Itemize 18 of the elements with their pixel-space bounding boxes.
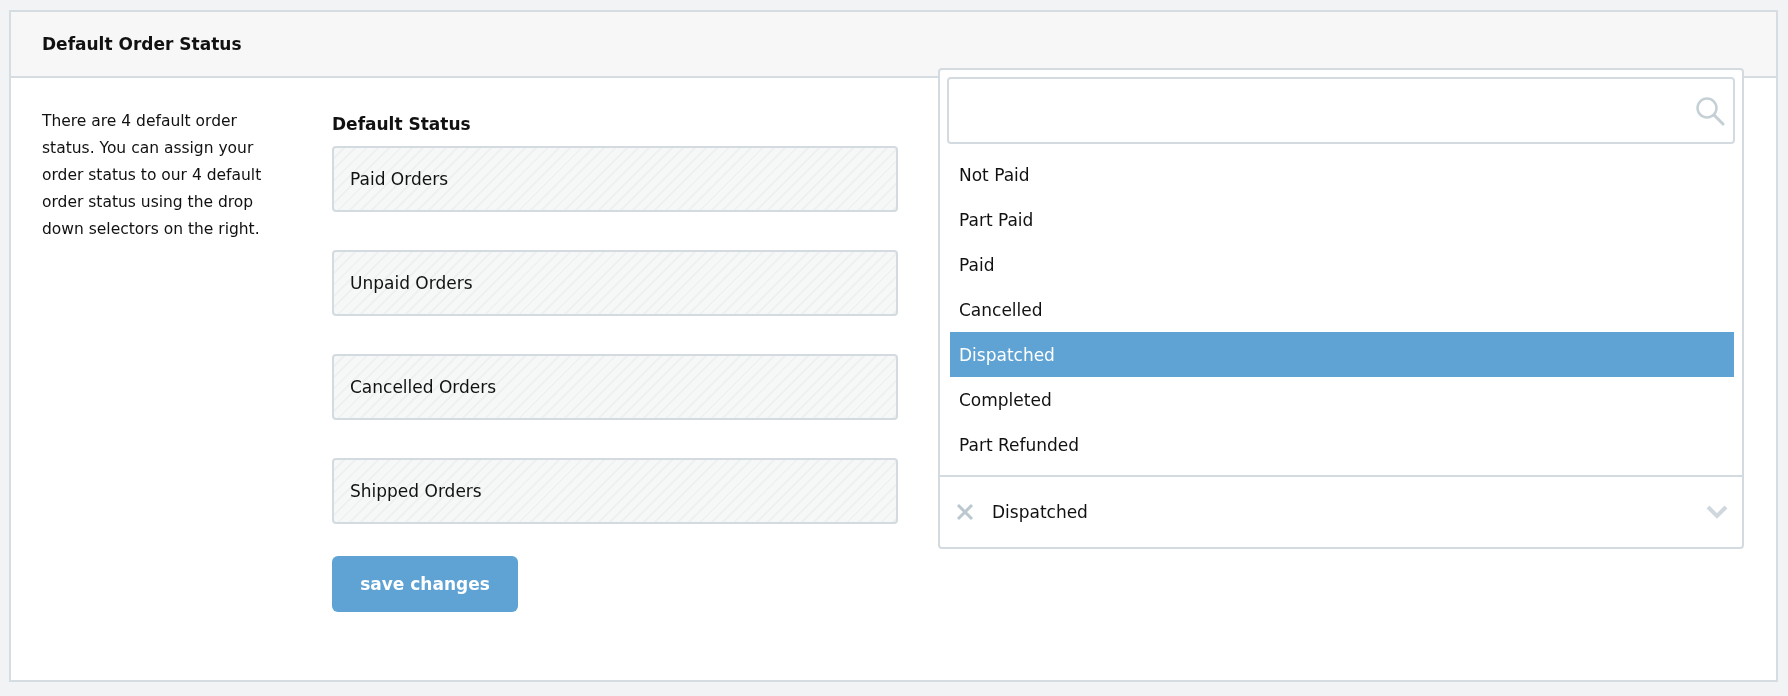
dropdown-option[interactable]: Paid: [950, 242, 1734, 287]
dropdown-option[interactable]: Cancelled: [950, 287, 1734, 332]
dropdown-option[interactable]: Part Paid: [950, 197, 1734, 242]
status-field: Paid Orders: [332, 146, 898, 212]
clear-icon: [956, 503, 974, 521]
search-field[interactable]: [947, 77, 1735, 144]
status-field: Unpaid Orders: [332, 250, 898, 316]
status-field: Cancelled Orders: [332, 354, 898, 420]
column-heading: Default Status: [332, 114, 472, 134]
chevron-down-icon: [1706, 505, 1728, 519]
dropdown-option[interactable]: Completed: [950, 377, 1734, 422]
search-icon: [1695, 95, 1725, 126]
select-box[interactable]: Dispatched: [940, 475, 1742, 547]
description-text: There are 4 default order status. You can assign your order status to our 4 default order status using the drop down selectors on the right.: [42, 111, 263, 240]
status-field: Shipped Orders: [332, 458, 898, 524]
dropdown-option[interactable]: Not Paid: [950, 152, 1734, 197]
dropdown-option[interactable]: Part Refunded: [950, 422, 1734, 467]
panel-title: Default Order Status: [42, 34, 242, 54]
